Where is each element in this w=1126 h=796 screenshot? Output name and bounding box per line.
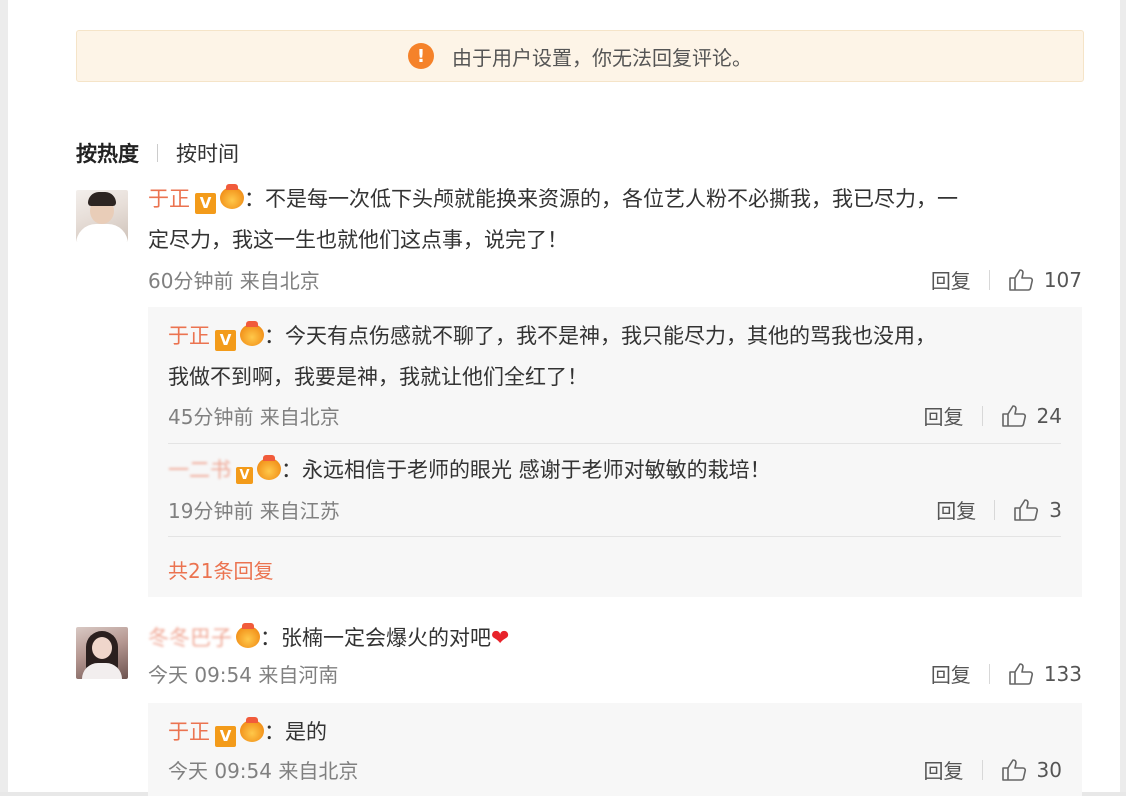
tab-sort-time[interactable]: 按时间 — [176, 138, 239, 168]
reply-body-line: ：永远相信于老师的眼光 感谢于老师对敏敏的栽培！ — [281, 458, 771, 482]
like-count: 3 — [1049, 497, 1062, 522]
crown-badge-icon — [257, 455, 281, 480]
action-divider — [988, 663, 990, 684]
username-link[interactable]: 于正 — [148, 187, 190, 211]
crown-badge-icon — [220, 184, 244, 209]
like-icon[interactable] — [1008, 662, 1034, 686]
reply-body-line: ：是的 — [264, 720, 327, 744]
username-link[interactable]: 于正 — [168, 324, 210, 348]
reply-button[interactable]: 回复 — [924, 755, 964, 784]
verified-badge-icon: V — [195, 193, 216, 214]
reply-meta: 今天 09:54 来自北京 — [168, 759, 359, 783]
reply-text: 一二书 V ：永远相信于老师的眼光 感谢于老师对敏敏的栽培！ — [168, 451, 771, 491]
comment-text: 冬冬巴子 ：张楠一定会爆火的对吧❤ — [148, 618, 509, 660]
heart-emoji-icon: ❤ — [491, 626, 510, 651]
like-count: 30 — [1036, 757, 1062, 782]
reply-button[interactable]: 回复 — [931, 659, 971, 688]
comment-meta: 今天 09:54 来自河南 — [148, 663, 339, 687]
comment-text-line2: 定尽力，我这一生也就他们这点事，说完了！ — [148, 228, 568, 252]
reply-body-line: ：今天有点伤感就不聊了，我不是神，我只能尽力，其他的骂我也没用， — [264, 324, 936, 348]
sort-tabs: 按热度 按时间 — [76, 138, 239, 168]
crown-badge-icon — [236, 623, 260, 648]
reply-text: 于正 V ：是的 — [168, 713, 327, 753]
reply-actions: 回复 3 — [936, 495, 1062, 524]
warning-icon: ! — [408, 43, 434, 69]
reply-meta: 19分钟前 来自江苏 — [168, 499, 340, 523]
reply-actions: 回复 24 — [924, 401, 1062, 430]
tab-divider — [157, 144, 158, 162]
action-divider — [994, 499, 996, 520]
like-icon[interactable] — [1008, 268, 1034, 292]
like-count: 24 — [1036, 403, 1062, 428]
reply-divider — [168, 536, 1061, 537]
verified-badge-icon: V — [236, 467, 253, 484]
username-link[interactable]: 一二书 — [168, 451, 231, 491]
reply-button[interactable]: 回复 — [931, 265, 971, 294]
like-icon[interactable] — [1001, 758, 1027, 782]
comment-meta: 60分钟前 来自北京 — [148, 269, 320, 293]
crown-badge-icon — [240, 321, 264, 346]
username-link[interactable]: 冬冬巴子 — [148, 619, 232, 659]
like-icon[interactable] — [1001, 404, 1027, 428]
action-divider — [981, 405, 983, 426]
window-frame-left — [0, 0, 8, 796]
action-divider — [981, 759, 983, 780]
reply-disabled-notice: ! 由于用户设置，你无法回复评论。 — [76, 30, 1084, 82]
avatar[interactable] — [76, 627, 128, 679]
reply-divider — [168, 443, 1061, 444]
username-link[interactable]: 于正 — [168, 720, 210, 744]
action-divider — [988, 269, 990, 290]
reply-button[interactable]: 回复 — [924, 401, 964, 430]
verified-badge-icon: V — [215, 330, 236, 351]
comment-text: 于正 V ：不是每一次低下头颅就能换来资源的，各位艺人粉不必撕我，我已尽力，一 — [148, 180, 958, 220]
comment-actions: 回复 107 — [931, 265, 1082, 294]
window-frame-right — [1120, 0, 1126, 796]
like-count: 107 — [1043, 267, 1082, 292]
like-icon[interactable] — [1013, 498, 1039, 522]
more-replies-link[interactable]: 共21条回复 — [168, 555, 273, 584]
notice-text: 由于用户设置，你无法回复评论。 — [452, 45, 752, 70]
reply-button[interactable]: 回复 — [936, 495, 976, 524]
comment-body-line: ：不是每一次低下头颅就能换来资源的，各位艺人粉不必撕我，我已尽力，一 — [244, 187, 958, 211]
tab-sort-hot[interactable]: 按热度 — [76, 138, 139, 168]
comment-body-line: ：张楠一定会爆火的对吧 — [260, 626, 491, 650]
reply-text: 于正 V ：今天有点伤感就不聊了，我不是神，我只能尽力，其他的骂我也没用， — [168, 317, 936, 357]
like-count: 133 — [1043, 661, 1082, 686]
reply-meta: 45分钟前 来自北京 — [168, 405, 340, 429]
reply-text-line2: 我做不到啊，我要是神，我就让他们全红了！ — [168, 365, 588, 389]
comment-actions: 回复 133 — [931, 659, 1082, 688]
reply-actions: 回复 30 — [924, 755, 1062, 784]
crown-badge-icon — [240, 717, 264, 742]
avatar[interactable] — [76, 190, 128, 242]
verified-badge-icon: V — [215, 726, 236, 747]
